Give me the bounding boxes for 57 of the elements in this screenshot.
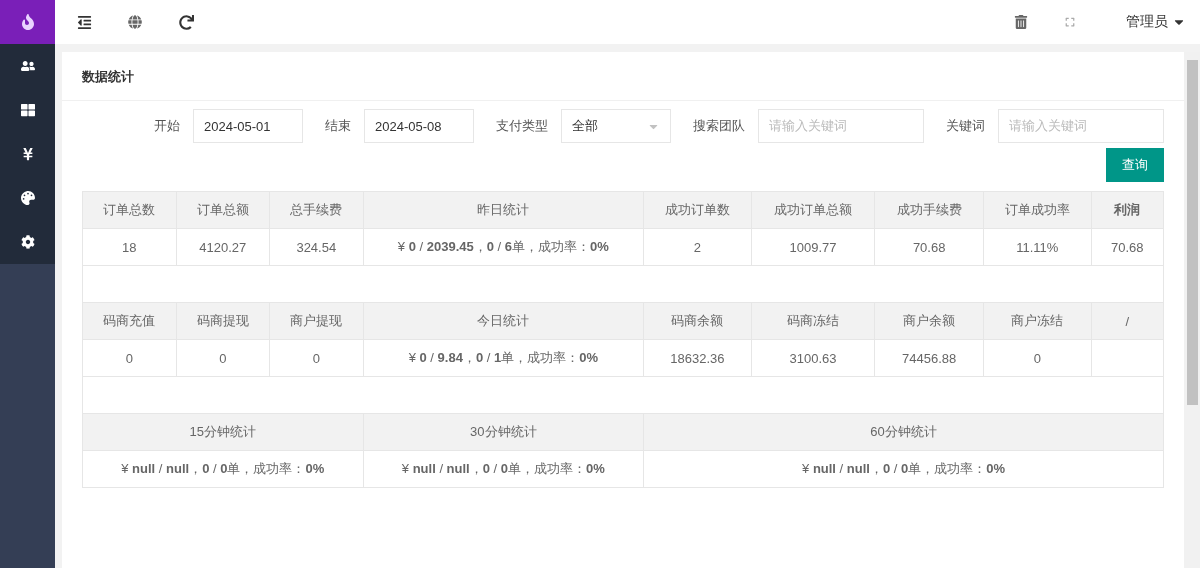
field-label: 结束 (325, 117, 351, 135)
date-field[interactable]: 2024-05-01 (193, 109, 303, 143)
table-header: 码商提现 (176, 302, 270, 340)
table-cell: 0 (983, 339, 1092, 377)
table-cell: ¥ null / null，0 / 0单，成功率：0% (643, 450, 1164, 488)
field-label: 关键词 (946, 117, 985, 135)
table-cell: 0 (269, 339, 364, 377)
table-header: 商户冻结 (983, 302, 1092, 340)
table-header: 15分钟统计 (82, 413, 364, 451)
table-header: 成功订单数 (643, 191, 752, 229)
table-header: 码商充值 (82, 302, 176, 340)
field-label: 支付类型 (496, 117, 548, 135)
table-header: 订单总数 (82, 191, 176, 229)
table-cell: ¥ null / null，0 / 0单，成功率：0% (82, 450, 364, 488)
table-cell: 18 (82, 228, 176, 266)
table-cell: 74456.88 (874, 339, 984, 377)
table-cell: ¥ 0 / 9.84，0 / 1单，成功率：0% (363, 339, 644, 377)
card-title: 数据统计 (62, 54, 1184, 101)
table-header: 60分钟统计 (643, 413, 1164, 451)
table-cell: 70.68 (874, 228, 984, 266)
table-header: 订单总额 (176, 191, 270, 229)
refresh-icon[interactable] (179, 14, 194, 30)
table-header: 码商余额 (643, 302, 752, 340)
globe-icon[interactable] (128, 15, 142, 29)
table-cell: 1009.77 (751, 228, 875, 266)
table-cell: 11.11% (983, 228, 1092, 266)
table-header: 订单成功率 (983, 191, 1092, 229)
table-header: 总手续费 (269, 191, 364, 229)
query-button[interactable]: 查询 (1106, 148, 1164, 182)
table-header: 30分钟统计 (363, 413, 644, 451)
trash-icon[interactable] (1014, 15, 1028, 29)
table-cell: 70.68 (1091, 228, 1164, 266)
menu-icon[interactable] (77, 14, 92, 30)
table-cell: 0 (176, 339, 270, 377)
user-menu[interactable]: 管理员 (1126, 13, 1186, 31)
table-cell: 0 (82, 339, 176, 377)
flame-logo-icon[interactable] (0, 0, 55, 44)
table-cell: ¥ null / null，0 / 0单，成功率：0% (363, 450, 644, 488)
field-label: 搜索团队 (693, 117, 745, 135)
table-cell: 4120.27 (176, 228, 270, 266)
date-field[interactable]: 2024-05-08 (364, 109, 474, 143)
table-cell: 324.54 (269, 228, 364, 266)
table-header: 利润 (1091, 191, 1164, 229)
table-header: 成功手续费 (874, 191, 984, 229)
table-header: 码商冻结 (751, 302, 875, 340)
table-header: / (1091, 302, 1164, 340)
select-field[interactable]: 全部 (561, 109, 671, 143)
table-header: 商户提现 (269, 302, 364, 340)
table-header: 商户余额 (874, 302, 984, 340)
table-cell: 18632.36 (643, 339, 752, 377)
table-cell: ¥ 0 / 2039.45，0 / 6单，成功率：0% (363, 228, 644, 266)
table-cell: 3100.63 (751, 339, 875, 377)
table-header: 昨日统计 (363, 191, 644, 229)
field-label: 开始 (154, 117, 180, 135)
table-cell: 2 (643, 228, 752, 266)
table-header: 今日统计 (363, 302, 644, 340)
table-header: 成功订单总额 (751, 191, 875, 229)
